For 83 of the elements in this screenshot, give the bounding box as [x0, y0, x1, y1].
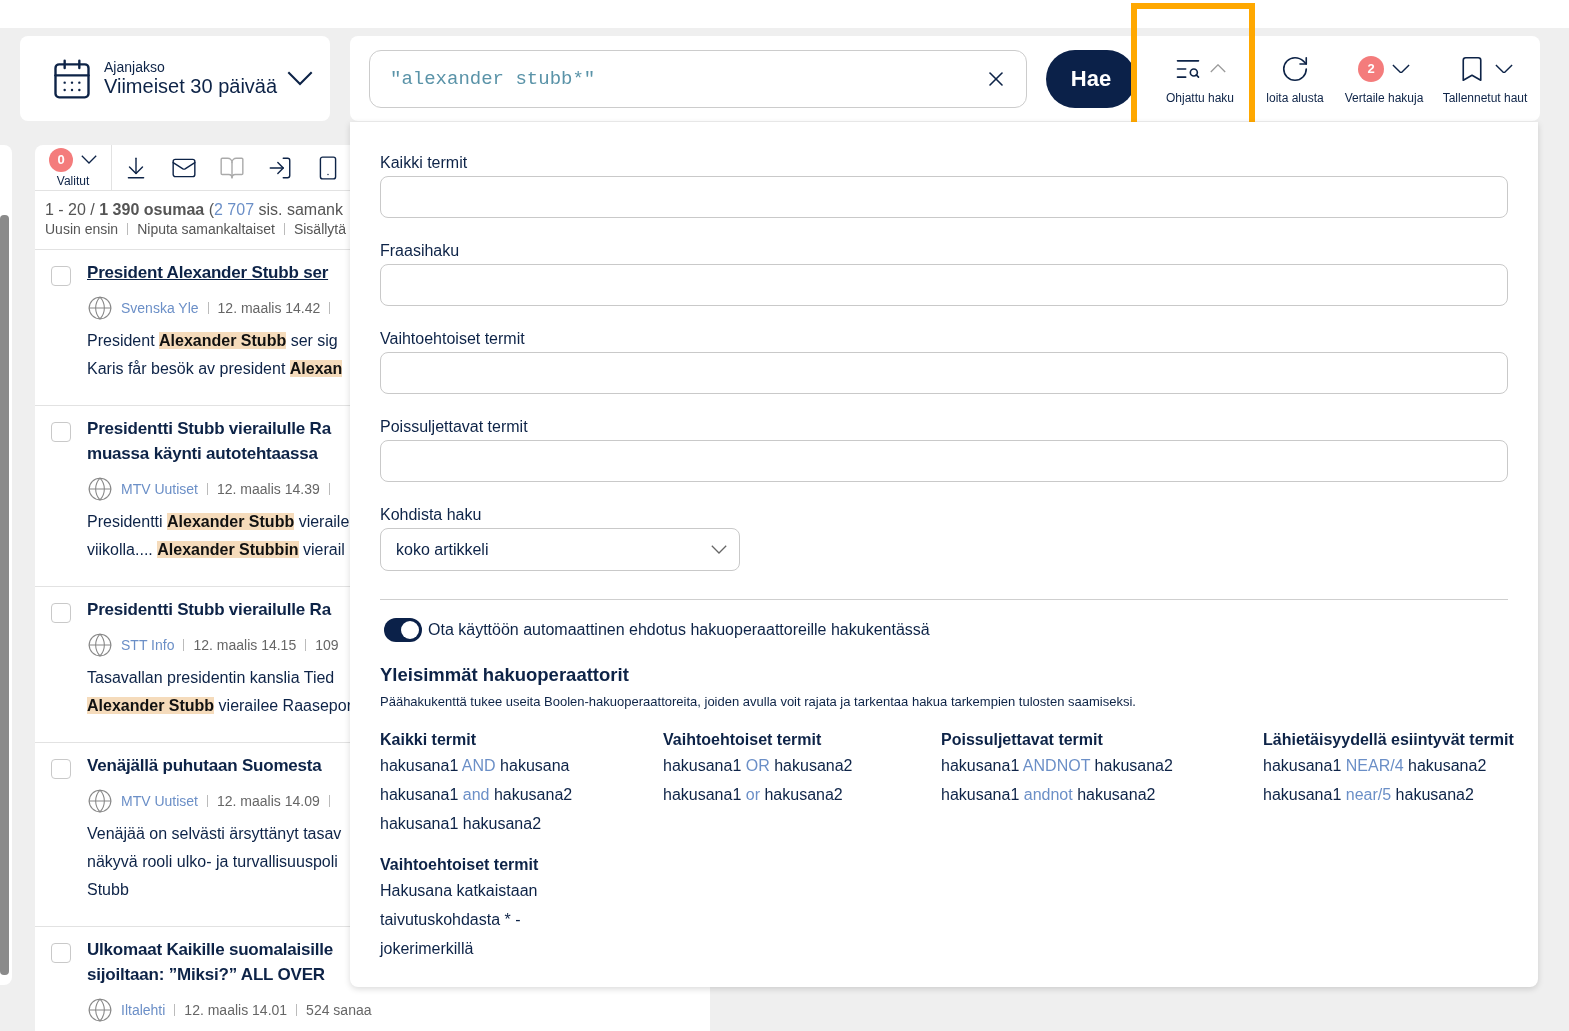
- chevron-down-icon: [1392, 63, 1410, 74]
- globe-icon: [87, 295, 113, 321]
- field-label: Fraasihaku: [380, 242, 461, 260]
- chevron-down-icon: [1495, 63, 1513, 74]
- toolbar-button[interactable]: 2 Vertaile hakuja: [1334, 38, 1434, 119]
- toolbar-button[interactable]: Tallennetut haut: [1434, 38, 1536, 119]
- snippet-line: Tasavallan presidentin kanslia Tied: [87, 668, 336, 688]
- field-label: Vaihtoehtoiset termit: [380, 330, 526, 348]
- count-badge: 2: [1358, 55, 1384, 82]
- section-heading: Yleisimmät hakuoperaattorit: [380, 664, 630, 686]
- article-date: 12. maalis 14.15: [193, 637, 297, 653]
- toolbar-button[interactable]: Ohjattu haku: [1144, 38, 1256, 119]
- article-title[interactable]: Presidentti Stubb vierailulle Ra: [87, 597, 331, 622]
- field-label: Poissuljettavat termit: [380, 418, 529, 436]
- count-badge: 0: [49, 147, 73, 172]
- operator-example: hakusana1 and hakusana2: [380, 785, 574, 805]
- snippet-line: Presidentti Alexander Stubb vieraile: [87, 512, 350, 532]
- checkbox[interactable]: [51, 759, 71, 779]
- date-range-value: Viimeiset 30 päivää: [104, 75, 278, 98]
- article-date: 12. maalis 14.01: [184, 1002, 288, 1018]
- operator-example: hakusana1 ANDNOT hakusana2: [941, 756, 1174, 776]
- article-title[interactable]: Venäjällä puhutaan Suomesta: [87, 753, 322, 778]
- field-label: Kaikki termit: [380, 154, 469, 172]
- operator-title: Vaihtoehtoiset termit: [663, 731, 823, 749]
- globe-icon: [87, 476, 113, 502]
- checkbox[interactable]: [51, 422, 71, 442]
- operator-example: hakusana1 OR hakusana2: [663, 756, 854, 776]
- chevron-down-icon: [711, 545, 727, 554]
- operator-example: hakusana1 hakusana2: [380, 814, 543, 834]
- article-title[interactable]: sijoiltaan: ”Miksi?” ALL OVER: [87, 962, 325, 987]
- input-field[interactable]: [380, 352, 1508, 394]
- field-label: Kohdista haku: [380, 506, 483, 524]
- operator-title: Lähietäisyydellä esiintyvät termit: [1263, 731, 1514, 749]
- operator-example: hakusana1 near/5 hakusana2: [1263, 785, 1475, 805]
- snippet-line: näkyvä rooli ulko- ja turvallisuuspoli: [87, 852, 339, 872]
- article-date: 12. maalis 14.09: [217, 793, 320, 809]
- sort-option[interactable]: Sisällytä: [293, 221, 347, 237]
- input-field[interactable]: [380, 440, 1508, 482]
- chevron-down-icon: [287, 71, 314, 86]
- article-title[interactable]: Ulkomaat Kaikille suomalaisille: [87, 937, 334, 962]
- snippet-line: Alexander Stubb vierailee Raasepor: [87, 696, 352, 716]
- word-count: 524 sanaa: [306, 1002, 372, 1018]
- snippet-line: President Alexander Stubb ser sig: [87, 331, 339, 351]
- globe-icon: [87, 788, 113, 814]
- article-title[interactable]: President Alexander Stubb ser: [87, 260, 329, 285]
- selected-dropdown[interactable]: 0 Valitut: [35, 145, 112, 190]
- toolbar-button[interactable]: loita alusta: [1256, 38, 1334, 119]
- section-description: Päähakukenttä tukee useita Boolen-hakuoperaattoreita, joiden avulla voit rajata ja tarkentaa hakua tarkempien tulosten saamiseksi.: [380, 694, 1137, 709]
- operator-example: hakusana1 andnot hakusana2: [941, 785, 1157, 805]
- snippet-line: Venäjää on selvästi ärsyttänyt tasav: [87, 824, 342, 844]
- toggle-switch[interactable]: [384, 618, 422, 642]
- operator-title: Kaikki termit: [380, 731, 478, 749]
- target-select[interactable]: koko artikkeli: [380, 528, 740, 571]
- article-title[interactable]: Presidentti Stubb vierailulle Ra: [87, 416, 331, 441]
- input-field[interactable]: [380, 176, 1508, 218]
- sort-option[interactable]: Uusin ensin: [45, 221, 119, 237]
- selected-label: Valitut: [56, 173, 90, 188]
- operator-example: hakusana1 NEAR/4 hakusana2: [1263, 756, 1488, 776]
- toggle-label: Ota käyttöön automaattinen ehdotus hakuoperaattoreille hakukentässä: [428, 621, 930, 639]
- operator-title: Poissuljettavat termit: [941, 731, 1104, 749]
- date-range-label: Ajanjakso: [104, 59, 166, 75]
- snippet-line: Karis får besök av president Alexan: [87, 359, 343, 379]
- checkbox[interactable]: [51, 603, 71, 623]
- snippet-line: Stubb: [87, 880, 130, 900]
- checkbox[interactable]: [51, 266, 71, 286]
- operator-example: hakusana1 or hakusana2: [663, 785, 844, 805]
- checkbox[interactable]: [51, 943, 71, 963]
- article-date: 12. maalis 14.42: [217, 300, 321, 316]
- sort-option[interactable]: Niputa samankaltaiset: [137, 221, 275, 237]
- snippet-line: viikolla.... Alexander Stubbin vierail: [87, 540, 346, 560]
- globe-icon: [87, 997, 113, 1023]
- operator-example: Hakusana katkaistaan taivutuskohdasta * -jokerimerkillä: [380, 881, 539, 959]
- scrollbar[interactable]: [0, 215, 9, 975]
- operator-example: hakusana1 AND hakusana: [380, 756, 571, 776]
- chevron-down-icon: [81, 155, 97, 164]
- article-date: 12. maalis 14.39: [217, 481, 320, 497]
- operator-title: Vaihtoehtoiset termit: [380, 856, 540, 874]
- chevron-up-icon: [1210, 64, 1226, 73]
- date-range-selector[interactable]: Ajanjakso Viimeiset 30 päivää: [20, 36, 330, 121]
- input-field[interactable]: [380, 264, 1508, 306]
- article-title[interactable]: muassa käynti autotehtaassa: [87, 441, 318, 466]
- globe-icon: [87, 632, 113, 658]
- word-count: 109: [315, 637, 339, 653]
